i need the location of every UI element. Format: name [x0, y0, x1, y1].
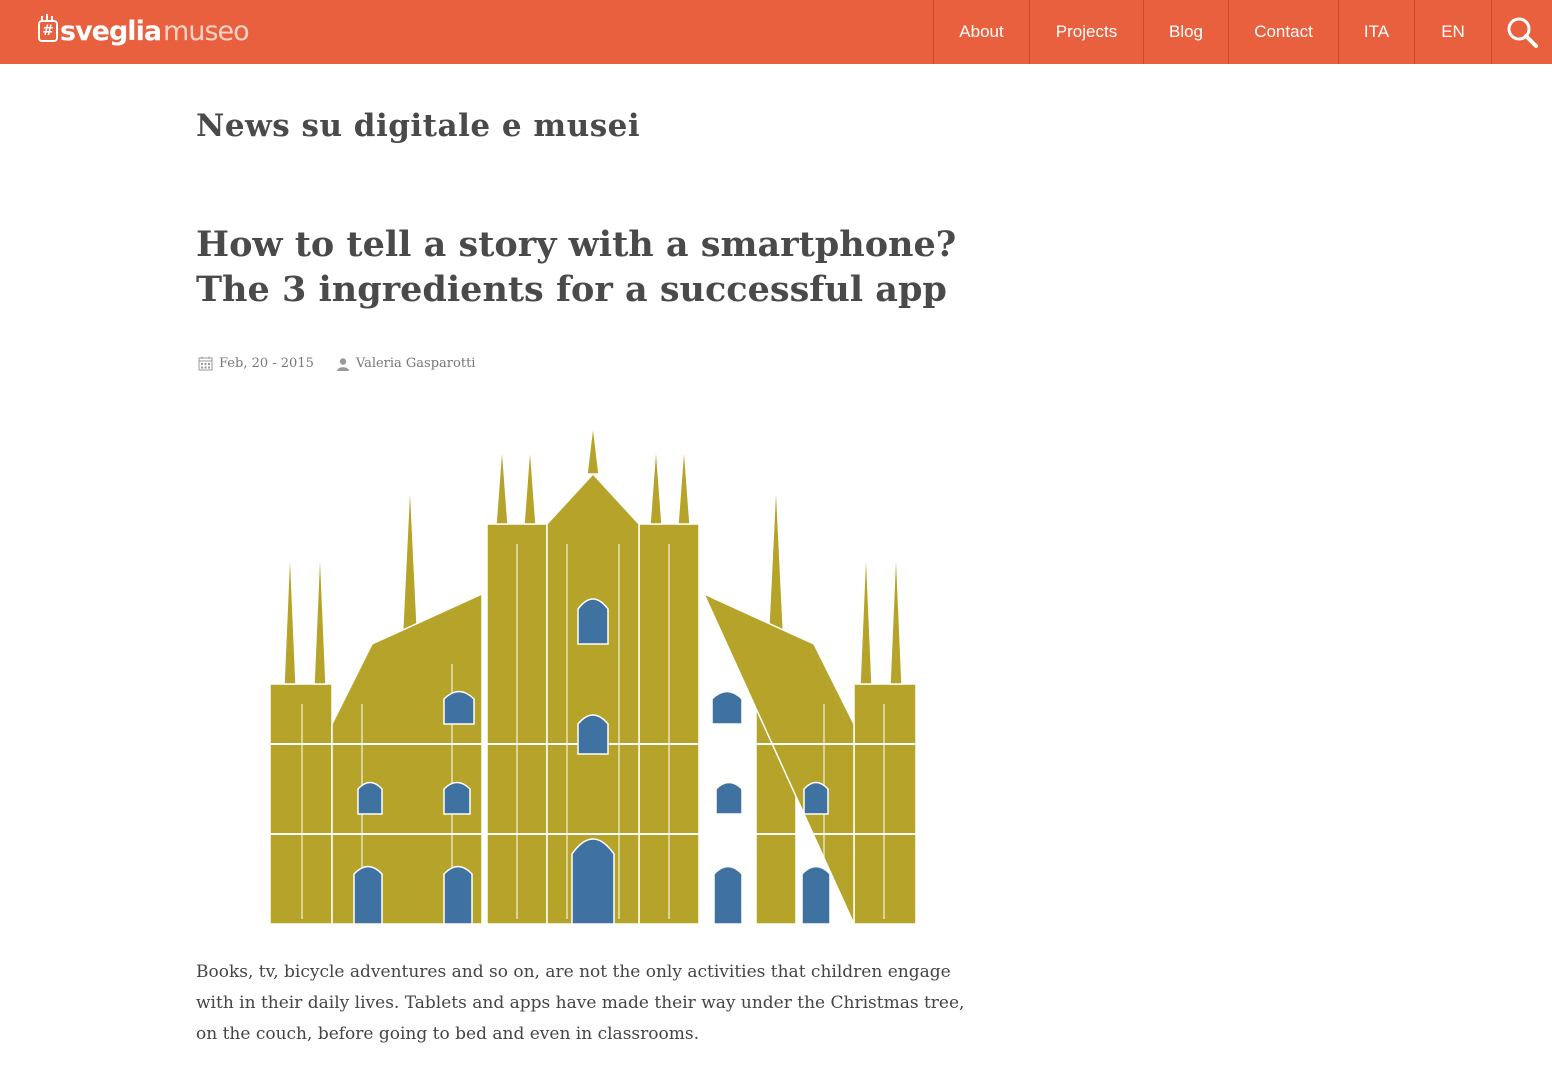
user-icon	[336, 357, 349, 371]
post-author-name: Valeria Gasparotti	[355, 356, 476, 371]
nav-projects[interactable]: Projects	[1029, 0, 1143, 64]
nav-blog[interactable]: Blog	[1143, 0, 1228, 64]
post-date-text: Feb, 20 - 2015	[219, 356, 314, 371]
post-hero-image	[269, 423, 917, 925]
calendar-icon	[198, 356, 213, 371]
post-date: Feb, 20 - 2015	[198, 356, 314, 371]
post-meta: Feb, 20 - 2015 Valeria Gasparotti	[198, 356, 497, 371]
logo-hash-icon: #	[38, 14, 58, 42]
nav-contact[interactable]: Contact	[1228, 0, 1338, 64]
post-paragraph: Books, tv, bicycle adventures and so on,…	[196, 962, 965, 1044]
post-author[interactable]: Valeria Gasparotti	[336, 356, 476, 371]
nav-about[interactable]: About	[933, 0, 1029, 64]
nav-lang-ita[interactable]: ITA	[1338, 0, 1414, 64]
logo-text-light: museo	[163, 15, 250, 47]
search-icon	[1507, 17, 1538, 48]
logo-text-strong: sveglia	[60, 15, 162, 47]
site-logo[interactable]: # sveglia museo	[38, 14, 250, 48]
search-button[interactable]	[1491, 0, 1552, 64]
main-nav: About Projects Blog Contact ITA EN	[933, 0, 1552, 64]
nav-lang-en[interactable]: EN	[1414, 0, 1491, 64]
post-title[interactable]: How to tell a story with a smartphone? T…	[196, 222, 976, 312]
site-header: # sveglia museo About Projects Blog Conta…	[0, 0, 1552, 64]
section-title: News su digitale e musei	[196, 108, 641, 144]
